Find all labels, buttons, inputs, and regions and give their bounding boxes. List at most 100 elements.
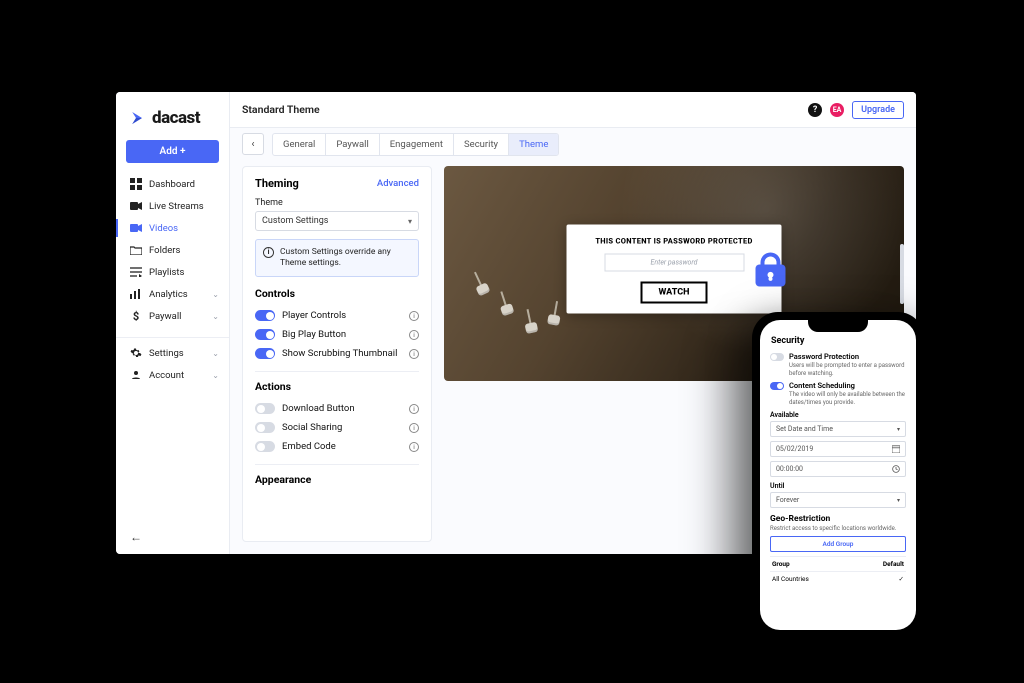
tabs-row: ‹ General Paywall Engagement Security Th…: [230, 128, 916, 160]
lock-icon: [756, 253, 786, 287]
tab-general[interactable]: General: [273, 134, 326, 155]
chevron-down-icon: ⌄: [212, 349, 219, 358]
time-input[interactable]: 00:00:00: [770, 461, 906, 477]
phone-toggle-content-scheduling[interactable]: Content Scheduling The video will only b…: [770, 381, 906, 406]
row-value: All Countries: [772, 575, 809, 583]
until-select[interactable]: Forever▾: [770, 492, 906, 508]
phone-toggle-password-protection[interactable]: Password Protection Users will be prompt…: [770, 352, 906, 377]
advanced-link[interactable]: Advanced: [377, 178, 419, 189]
info-icon[interactable]: i: [409, 442, 419, 452]
toggle-label: Player Controls: [282, 310, 346, 321]
add-group-button[interactable]: Add Group: [770, 536, 906, 552]
col-default: Default: [883, 560, 904, 568]
toggle-label: Show Scrubbing Thumbnail: [282, 348, 397, 359]
toggle-switch[interactable]: [255, 348, 275, 359]
toggle-switch[interactable]: [255, 441, 275, 452]
phone-mockup: Security Password Protection Users will …: [752, 312, 924, 638]
tab-paywall[interactable]: Paywall: [326, 134, 379, 155]
add-button[interactable]: Add +: [126, 140, 219, 163]
topbar: Standard Theme ? EA Upgrade: [230, 92, 916, 128]
toggle-switch[interactable]: [255, 310, 275, 321]
toggle-label: Big Play Button: [282, 329, 346, 340]
toggle-scrubbing-thumbnail[interactable]: Show Scrubbing Thumbnail i: [255, 344, 419, 363]
password-input[interactable]: Enter password: [604, 254, 744, 272]
theme-select-value: Custom Settings: [262, 216, 328, 226]
info-icon[interactable]: i: [409, 311, 419, 321]
check-icon: ✓: [899, 575, 904, 583]
playlist-icon: [130, 266, 142, 278]
toggle-big-play-button[interactable]: Big Play Button i: [255, 325, 419, 344]
actions-heading: Actions: [255, 380, 419, 393]
sidebar-item-videos[interactable]: Videos: [116, 217, 229, 239]
theming-panel: Theming Advanced Theme Custom Settings ▾…: [242, 166, 432, 542]
sidebar-item-livestreams[interactable]: Live Streams: [116, 195, 229, 217]
geo-desc: Restrict access to specific locations wo…: [770, 525, 906, 532]
toggle-switch[interactable]: [255, 422, 275, 433]
info-icon[interactable]: i: [409, 349, 419, 359]
sidebar-item-dashboard[interactable]: Dashboard: [116, 173, 229, 195]
info-icon[interactable]: i: [409, 404, 419, 414]
toggle-download-button[interactable]: Download Button i: [255, 399, 419, 418]
toggle-social-sharing[interactable]: Social Sharing i: [255, 418, 419, 437]
account-icon: [130, 369, 142, 381]
logo-icon: [130, 109, 148, 127]
sidebar-item-folders[interactable]: Folders: [116, 239, 229, 261]
sidebar-item-account[interactable]: Account ⌄: [116, 364, 229, 386]
toggle-desc: The video will only be available between…: [789, 391, 906, 406]
tab-security[interactable]: Security: [454, 134, 509, 155]
chevron-down-icon: ⌄: [212, 312, 219, 321]
toggle-desc: Users will be prompted to enter a passwo…: [789, 362, 906, 377]
col-group: Group: [772, 560, 790, 568]
toggle-switch[interactable]: [255, 403, 275, 414]
sidebar-item-label: Settings: [149, 348, 184, 359]
toggle-switch[interactable]: [770, 382, 784, 390]
clock-icon: [892, 465, 900, 473]
upgrade-button[interactable]: Upgrade: [852, 101, 904, 119]
gear-icon: [130, 347, 142, 359]
toggle-title: Content Scheduling: [789, 381, 906, 390]
calendar-icon: [892, 445, 900, 453]
overlay-title: THIS CONTENT IS PASSWORD PROTECTED: [579, 237, 770, 246]
chevron-down-icon: ▾: [408, 217, 412, 226]
phone-notch: [808, 320, 868, 332]
camera-icon: [130, 200, 142, 212]
date-input[interactable]: 05/02/2019: [770, 441, 906, 457]
toggle-label: Download Button: [282, 403, 355, 414]
info-notice: i Custom Settings override any Theme set…: [255, 239, 419, 277]
sidebar-item-paywall[interactable]: $ Paywall ⌄: [116, 305, 229, 327]
sidebar-item-analytics[interactable]: Analytics ⌄: [116, 283, 229, 305]
tab-engagement[interactable]: Engagement: [380, 134, 454, 155]
sidebar-item-settings[interactable]: Settings ⌄: [116, 342, 229, 364]
toggle-switch[interactable]: [255, 329, 275, 340]
page-title: Standard Theme: [242, 103, 320, 116]
tab-theme[interactable]: Theme: [509, 134, 558, 155]
theming-heading: Theming: [255, 177, 299, 190]
back-button[interactable]: ‹: [242, 133, 264, 155]
help-icon[interactable]: ?: [808, 103, 822, 117]
sidebar-item-label: Videos: [149, 223, 178, 234]
appearance-heading: Appearance: [255, 473, 419, 486]
sidebar-item-label: Folders: [149, 245, 180, 256]
available-select[interactable]: Set Date and Time▾: [770, 421, 906, 437]
toggle-title: Password Protection: [789, 352, 906, 361]
info-icon[interactable]: i: [409, 423, 419, 433]
watch-button[interactable]: WATCH: [641, 282, 708, 304]
sidebar-item-label: Playlists: [149, 267, 184, 278]
theme-select[interactable]: Custom Settings ▾: [255, 211, 419, 231]
until-label: Until: [770, 482, 906, 490]
avatar[interactable]: EA: [830, 103, 844, 117]
sidebar-item-label: Dashboard: [149, 179, 195, 190]
toggle-embed-code[interactable]: Embed Code i: [255, 437, 419, 456]
collapse-sidebar-button[interactable]: ←: [116, 530, 229, 554]
info-icon[interactable]: i: [409, 330, 419, 340]
info-icon: i: [263, 247, 274, 258]
geo-table-row[interactable]: All Countries ✓: [770, 572, 906, 586]
sidebar-item-playlists[interactable]: Playlists: [116, 261, 229, 283]
toggle-player-controls[interactable]: Player Controls i: [255, 306, 419, 325]
dashboard-icon: [130, 178, 142, 190]
phone-screen: Security Password Protection Users will …: [760, 320, 916, 630]
theme-label: Theme: [255, 198, 419, 208]
toggle-switch[interactable]: [770, 353, 784, 361]
chevron-down-icon: ▾: [897, 426, 900, 433]
password-overlay: THIS CONTENT IS PASSWORD PROTECTED Enter…: [567, 225, 782, 314]
